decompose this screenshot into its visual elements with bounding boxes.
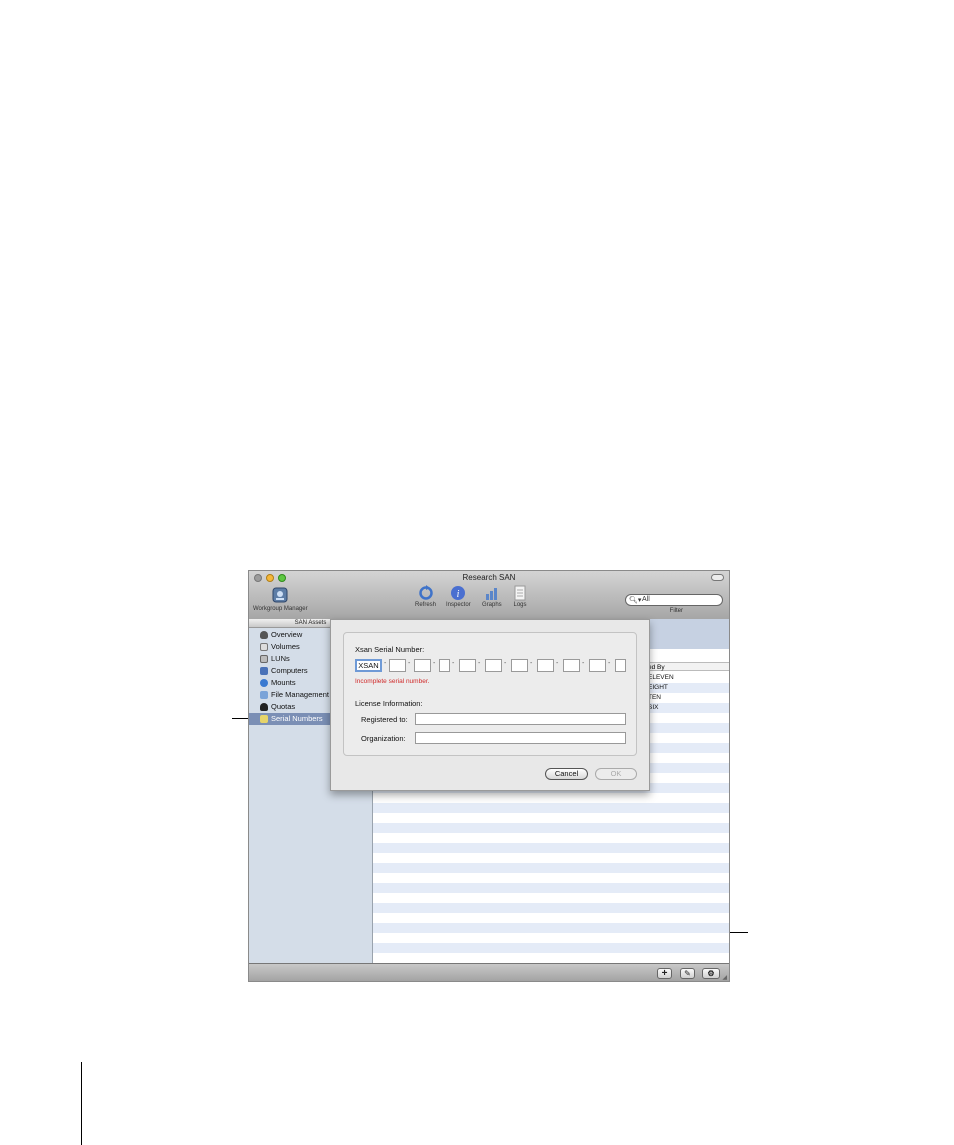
workgroup-manager-icon xyxy=(272,587,288,603)
serial-separator: - xyxy=(408,660,411,667)
svg-text:i: i xyxy=(457,589,460,600)
sidebar-item-label: Overview xyxy=(271,630,303,639)
serial-segment-1[interactable]: XSAN xyxy=(355,659,382,672)
registered-to-label: Registered to: xyxy=(361,715,408,724)
serial-segment-5[interactable] xyxy=(459,659,476,672)
workgroup-manager-label: Workgroup Manager xyxy=(253,606,308,612)
resize-grip-icon[interactable]: ◢ xyxy=(722,974,727,981)
serial-error-message: Incomplete serial number. xyxy=(355,678,430,685)
serial-segment-10[interactable] xyxy=(589,659,606,672)
serial-number-sheet: Xsan Serial Number: XSAN - - - - - - - -… xyxy=(330,619,650,791)
lun-icon xyxy=(260,655,268,663)
toolbar: Research SAN Workgroup Manager Refresh i… xyxy=(249,571,729,620)
graphs-label: Graphs xyxy=(482,602,502,608)
serial-separator: - xyxy=(608,660,611,667)
logs-icon xyxy=(514,585,526,601)
serial-separator: - xyxy=(530,660,533,667)
serial-segment-7[interactable] xyxy=(511,659,528,672)
graphs-button[interactable]: Graphs xyxy=(482,585,502,608)
serial-segment-9[interactable] xyxy=(563,659,580,672)
ok-button[interactable]: OK xyxy=(595,768,637,780)
add-serial-number-button[interactable]: + xyxy=(657,968,672,979)
serial-segment-2[interactable] xyxy=(389,659,406,672)
sidebar-item-label: Computers xyxy=(271,666,308,675)
license-information-label: License Information: xyxy=(355,699,423,708)
filter-label: Filter xyxy=(669,608,683,614)
refresh-icon xyxy=(418,585,433,600)
serial-segment-6[interactable] xyxy=(485,659,502,672)
bottom-toolbar: + ✎ ⚙ ◢ xyxy=(249,963,729,981)
serial-separator: - xyxy=(556,660,559,667)
action-menu-button[interactable]: ⚙ xyxy=(702,968,720,979)
inspector-label: Inspector xyxy=(446,602,471,608)
file-icon xyxy=(260,691,268,699)
shield-icon xyxy=(260,631,268,639)
inspector-button[interactable]: i Inspector xyxy=(446,585,471,608)
table-row[interactable]: ELEVEN xyxy=(648,674,674,681)
refresh-button[interactable]: Refresh xyxy=(415,585,436,608)
serial-separator: - xyxy=(582,660,585,667)
search-placeholder: All xyxy=(642,596,650,603)
logs-button[interactable]: Logs xyxy=(513,585,527,608)
serial-segment-4[interactable] xyxy=(439,659,450,672)
inspector-icon: i xyxy=(451,586,466,600)
column-header-added-by: ed By xyxy=(648,664,665,671)
computer-icon xyxy=(260,667,268,675)
sidebar-item-label: Quotas xyxy=(271,702,296,711)
organization-field[interactable] xyxy=(415,732,626,744)
serial-separator: - xyxy=(504,660,507,667)
registered-to-field[interactable] xyxy=(415,713,626,725)
graphs-icon xyxy=(485,588,497,600)
window-title: Research SAN xyxy=(462,573,516,582)
cancel-button[interactable]: Cancel xyxy=(545,768,588,780)
sidebar-item-label: Mounts xyxy=(271,678,296,687)
logs-label: Logs xyxy=(513,602,527,608)
serial-separator: - xyxy=(384,660,387,667)
workgroup-manager-button[interactable]: Workgroup Manager xyxy=(253,585,308,612)
toolbar-toggle-button[interactable] xyxy=(711,574,724,581)
search-icon: 🔍︎▾ xyxy=(629,597,642,604)
page-margin-rule xyxy=(81,1062,82,1145)
sidebar-item-label: Serial Numbers xyxy=(271,714,323,723)
mount-icon xyxy=(260,679,268,687)
serial-segment-11[interactable] xyxy=(615,659,626,672)
sidebar-item-label: LUNs xyxy=(271,654,290,663)
filter-search-field[interactable]: 🔍︎▾ All xyxy=(625,594,723,606)
sidebar-item-label: File Management xyxy=(271,690,329,699)
serial-segment-8[interactable] xyxy=(537,659,554,672)
serial-number-label: Xsan Serial Number: xyxy=(355,645,425,654)
person-icon xyxy=(260,703,268,711)
sidebar-item-label: Volumes xyxy=(271,642,300,651)
serial-segment-3[interactable] xyxy=(414,659,431,672)
serial-icon xyxy=(260,715,268,723)
table-row[interactable]: EIGHT xyxy=(648,684,668,691)
edit-button[interactable]: ✎ xyxy=(680,968,695,979)
serial-separator: - xyxy=(433,660,436,667)
refresh-label: Refresh xyxy=(415,602,437,608)
serial-separator: - xyxy=(452,660,455,667)
volume-icon xyxy=(260,643,268,651)
organization-label: Organization: xyxy=(361,734,406,743)
serial-separator: - xyxy=(478,660,481,667)
